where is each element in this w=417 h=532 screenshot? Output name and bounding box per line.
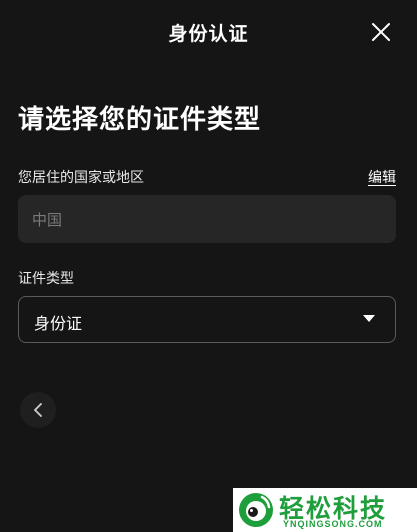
- main-heading: 请选择您的证件类型: [18, 105, 262, 135]
- back-button[interactable]: [20, 392, 56, 428]
- close-icon: [372, 23, 390, 41]
- edit-country-link[interactable]: 编辑: [368, 167, 396, 187]
- chevron-left-icon: [34, 403, 42, 417]
- close-button[interactable]: [368, 19, 394, 45]
- identity-verification-page: 身份认证 请选择您的证件类型 您居住的国家或地区 编辑 证件类型 身份证: [0, 0, 417, 532]
- watermark-url: YNQINGSONG.COM: [283, 519, 383, 529]
- document-type-value: 身份证: [34, 314, 83, 333]
- country-field[interactable]: [18, 195, 396, 243]
- page-title: 身份认证: [168, 23, 249, 45]
- document-type-label: 证件类型: [18, 271, 74, 287]
- watermark-logo-icon: [239, 493, 273, 527]
- country-label: 您居住的国家或地区: [18, 170, 144, 186]
- caret-down-icon: [363, 315, 375, 322]
- watermark: 轻松科技 YNQINGSONG.COM: [233, 488, 417, 532]
- header: 身份认证: [0, 0, 417, 64]
- document-type-select[interactable]: 身份证: [18, 296, 396, 343]
